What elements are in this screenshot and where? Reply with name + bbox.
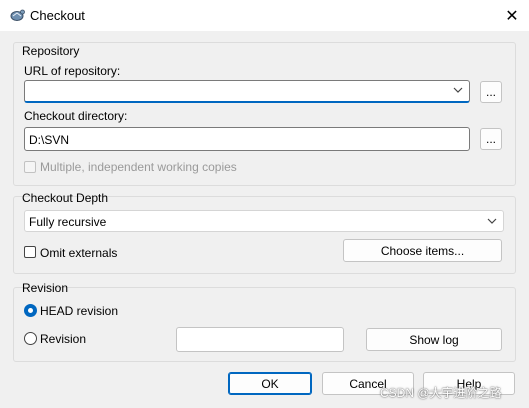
choose-items-button[interactable]: Choose items...	[343, 239, 502, 262]
revision-label: Revision	[40, 332, 87, 346]
url-browse-label: ...	[485, 85, 496, 99]
checkout-depth-group	[13, 196, 516, 274]
depth-selected-value: Fully recursive	[29, 215, 107, 229]
directory-browse-label: ...	[485, 132, 496, 146]
checkout-directory-value: D:\SVN	[29, 133, 70, 147]
window-title: Checkout	[30, 8, 85, 23]
ok-button[interactable]: OK	[228, 372, 312, 395]
checkout-directory-label: Checkout directory:	[24, 109, 128, 123]
chevron-down-icon[interactable]	[487, 216, 497, 226]
revision-input[interactable]	[176, 327, 344, 352]
head-revision-radio[interactable]	[24, 304, 37, 317]
checkout-directory-input[interactable]: D:\SVN	[24, 127, 470, 151]
url-label: URL of repository:	[24, 64, 121, 78]
omit-externals-checkbox[interactable]	[24, 246, 36, 258]
watermark: CSDN @大宇进阶之路	[380, 386, 502, 400]
tortoise-svn-icon	[10, 9, 25, 21]
choose-items-label: Choose items...	[380, 243, 465, 258]
revision-radio[interactable]	[24, 332, 37, 345]
close-icon: ✕	[505, 8, 519, 25]
show-log-button[interactable]: Show log	[366, 328, 502, 351]
directory-browse-button[interactable]: ...	[480, 128, 502, 150]
omit-externals-label: Omit externals	[40, 246, 118, 260]
url-combobox[interactable]	[24, 80, 470, 103]
url-browse-button[interactable]: ...	[480, 81, 502, 103]
head-revision-label: HEAD revision	[40, 304, 119, 318]
show-log-label: Show log	[409, 332, 459, 347]
ok-label: OK	[261, 376, 279, 391]
chevron-down-icon[interactable]	[453, 85, 463, 95]
checkout-depth-group-label: Checkout Depth	[22, 191, 109, 205]
multiple-working-copies-checkbox[interactable]	[24, 161, 36, 173]
depth-dropdown[interactable]: Fully recursive	[24, 210, 504, 232]
title-bar: Checkout ✕	[0, 0, 529, 31]
revision-group-label: Revision	[22, 281, 69, 295]
repository-group-label: Repository	[22, 44, 80, 58]
close-button[interactable]: ✕	[495, 2, 529, 30]
multiple-working-copies-label: Multiple, independent working copies	[40, 160, 237, 174]
